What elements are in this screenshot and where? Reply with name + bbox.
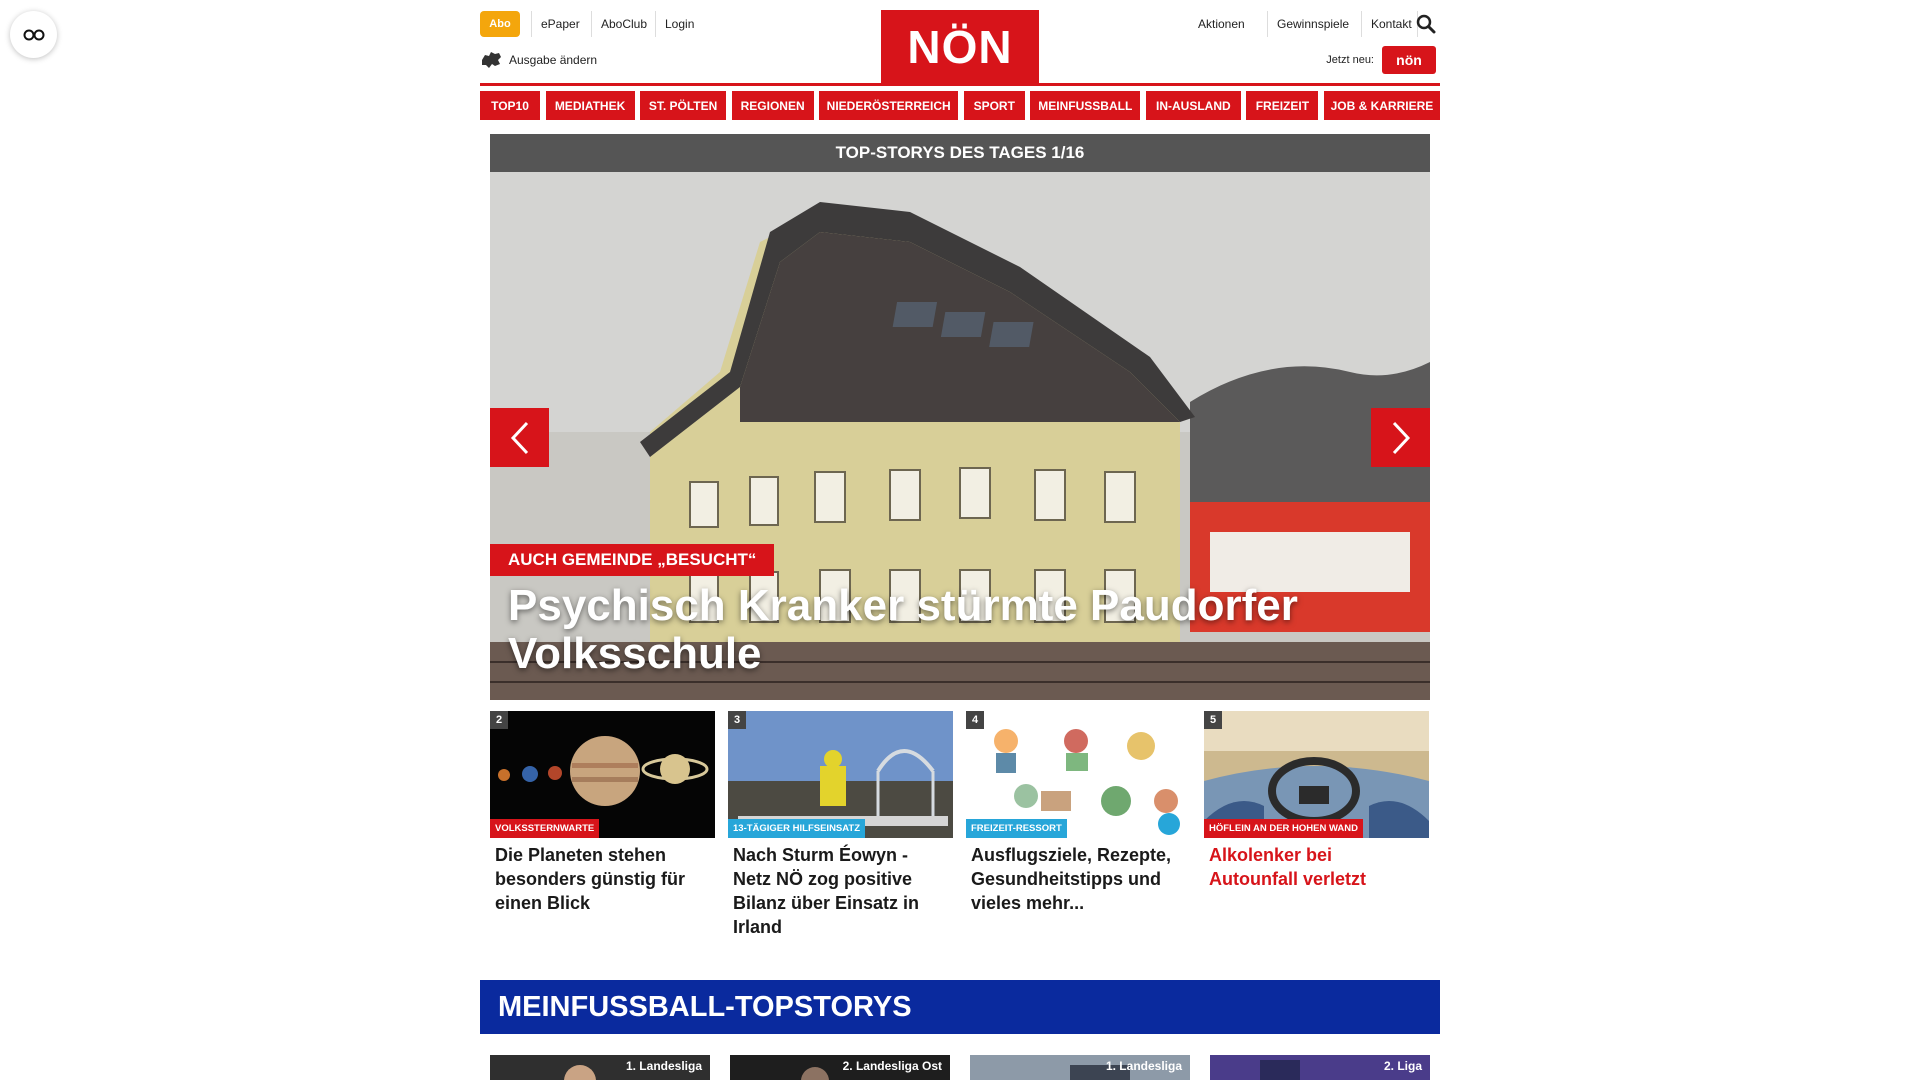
teaser-tag: 13-tägiger Hilfseinsatz (728, 819, 866, 838)
slider-next-button[interactable] (1371, 408, 1430, 467)
teaser-image: 4 Freizeit-Ressort (966, 711, 1191, 838)
football-card[interactable]: 1. Landesliga (970, 1055, 1190, 1080)
lower-austria-map-icon (482, 52, 501, 68)
teaser-number: 5 (1204, 711, 1222, 729)
football-card[interactable]: 2. Landesliga Ost (730, 1055, 950, 1080)
hero-headline[interactable]: Psychisch Kranker stürmte Paudorfer Volk… (508, 582, 1388, 678)
nav-item-top10[interactable]: Top10 (480, 91, 540, 120)
nav-item-sport[interactable]: Sport (963, 91, 1025, 120)
search-button[interactable] (1416, 14, 1436, 39)
teaser-title[interactable]: Alkolenker bei Autounfall verletzt (1209, 843, 1424, 891)
teaser-card[interactable]: 4 Freizeit-Ressort Ausflugsziele, Rezept… (966, 711, 1191, 915)
nav-item-freizeit[interactable]: Freizeit (1246, 91, 1319, 120)
divider (1267, 11, 1268, 37)
teaser-title[interactable]: Ausflugsziele, Rezepte, Gesundheitstipps… (971, 843, 1186, 915)
meinfussball-heading[interactable]: MEINFUSSBALL-TOPSTORYS (480, 980, 1440, 1034)
nav-item-niederoesterreich[interactable]: Niederösterreich (819, 91, 959, 120)
divider (531, 11, 532, 37)
nav-item-mediathek[interactable]: Mediathek (545, 91, 635, 120)
accessibility-button[interactable] (10, 11, 57, 58)
teaser-tag: Volkssternwarte (490, 819, 600, 838)
nav-item-meinfussball[interactable]: meinfussball (1030, 91, 1141, 120)
teaser-image: 5 Höflein an der Hohen Wand (1204, 711, 1429, 838)
site-header: Abo ePaper AboClub Login Ausgabe ändern … (480, 0, 1440, 86)
login-link[interactable]: Login (665, 11, 694, 37)
edition-label: Ausgabe ändern (509, 53, 598, 67)
top-stories-title: TOP-STORYS DES TAGES 1/16 (490, 134, 1430, 172)
football-card[interactable]: 2. Liga (1210, 1055, 1430, 1080)
kontakt-link[interactable]: Kontakt (1371, 11, 1412, 37)
nav-item-in-ausland[interactable]: In-Ausland (1145, 91, 1241, 120)
abo-button[interactable]: Abo (480, 11, 520, 37)
edition-change-link[interactable]: Ausgabe ändern (480, 50, 597, 70)
header-divider (480, 83, 1440, 86)
teaser-number: 2 (490, 711, 508, 729)
jetzt-neu-label: Jetzt neu: (1326, 54, 1374, 66)
slider-prev-button[interactable] (490, 408, 549, 467)
hero-slider[interactable]: AUCH GEMEINDE „BESUCHT“ Psychisch Kranke… (490, 172, 1430, 700)
teaser-card[interactable]: 5 Höflein an der Hohen Wand Alkolenker b… (1204, 711, 1429, 891)
glasses-icon (23, 29, 44, 40)
teaser-number: 4 (966, 711, 984, 729)
search-icon (1416, 14, 1436, 34)
kids-noen-logo[interactable]: nön (1382, 46, 1436, 74)
nav-item-regionen[interactable]: Regionen (731, 91, 814, 120)
teaser-number: 3 (728, 711, 746, 729)
football-card-label: 1. Landesliga (1105, 1059, 1182, 1073)
aktionen-link[interactable]: Aktionen (1198, 11, 1245, 37)
football-card-label: 2. Liga (1383, 1059, 1422, 1073)
chevron-left-icon (510, 421, 528, 454)
epaper-link[interactable]: ePaper (541, 11, 580, 37)
nav-item-job-karriere[interactable]: Job & Karriere (1323, 91, 1440, 120)
hero-kicker: AUCH GEMEINDE „BESUCHT“ (490, 544, 775, 576)
aboclub-link[interactable]: AboClub (601, 11, 647, 37)
football-card[interactable]: 1. Landesliga (490, 1055, 710, 1080)
teaser-title[interactable]: Die Planeten stehen besonders günstig fü… (495, 843, 710, 915)
teaser-tag: Höflein an der Hohen Wand (1204, 819, 1364, 838)
teaser-image: 3 13-tägiger Hilfseinsatz (728, 711, 953, 838)
teaser-tag: Freizeit-Ressort (966, 819, 1067, 838)
teaser-title[interactable]: Nach Sturm Éowyn - Netz NÖ zog positive … (733, 843, 948, 939)
divider (655, 11, 656, 37)
football-card-label: 2. Landesliga Ost (842, 1059, 942, 1073)
gewinnspiele-link[interactable]: Gewinnspiele (1277, 11, 1349, 37)
noen-logo[interactable]: NÖN (881, 10, 1039, 84)
nav-item-st-poelten[interactable]: St. Pölten (640, 91, 727, 120)
chevron-right-icon (1392, 421, 1410, 454)
football-card-label: 1. Landesliga (625, 1059, 702, 1073)
divider (1361, 11, 1362, 37)
teaser-image: 2 Volkssternwarte (490, 711, 715, 838)
divider (591, 11, 592, 37)
main-navigation: Top10 Mediathek St. Pölten Regionen Nied… (480, 91, 1440, 120)
teaser-card[interactable]: 2 Volkssternwarte Die Planeten stehen be… (490, 711, 715, 915)
teaser-card[interactable]: 3 13-tägiger Hilfseinsatz Nach Sturm Éow… (728, 711, 953, 939)
